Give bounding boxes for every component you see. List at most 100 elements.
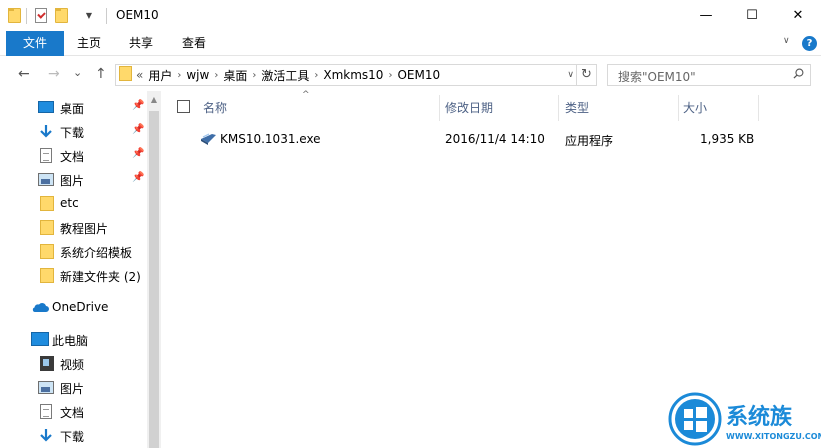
sidebar-item-pc-documents[interactable]: 文档 [0, 400, 147, 422]
computer-icon [31, 332, 49, 349]
folder-icon [40, 196, 54, 214]
column-divider[interactable] [439, 95, 440, 121]
watermark-brand: 系统族 [726, 404, 793, 430]
tab-file[interactable]: 文件 [6, 31, 64, 56]
folder-icon [40, 220, 54, 238]
folder-icon[interactable] [8, 0, 21, 31]
sidebar-item-tutorial-images[interactable]: 教程图片 [0, 216, 147, 238]
maximize-button[interactable]: ☐ [729, 0, 775, 31]
sidebar-item-this-pc[interactable]: 此电脑 [0, 328, 147, 350]
download-icon [38, 124, 54, 143]
help-icon[interactable]: ? [802, 36, 817, 51]
address-dropdown-icon[interactable]: ∨ [567, 66, 574, 84]
folder-icon [40, 268, 54, 286]
cloud-icon [31, 302, 49, 316]
sidebar-item-label: 此电脑 [52, 334, 89, 348]
ribbon-expand-icon[interactable]: ∨ [783, 36, 790, 46]
file-type: 应用程序 [565, 134, 614, 148]
recent-locations-icon[interactable]: ⌄ [73, 65, 82, 81]
pin-icon[interactable]: 📌 [132, 100, 144, 111]
scroll-up-icon[interactable]: ▲ [147, 93, 161, 107]
select-all-checkbox[interactable] [177, 100, 190, 113]
pin-icon[interactable]: 📌 [132, 172, 144, 183]
forward-button[interactable]: → [48, 66, 60, 82]
close-button[interactable]: ✕ [775, 0, 821, 31]
sidebar-item-label: OneDrive [52, 300, 109, 314]
sidebar-item-etc[interactable]: etc [0, 192, 147, 214]
table-row[interactable]: KMS10.1031.exe 2016/11/4 14:10 应用程序 1,93… [161, 128, 781, 150]
back-button[interactable]: ← [18, 66, 30, 82]
breadcrumb-item[interactable]: wjw [181, 68, 214, 82]
sidebar-item-label: 视频 [60, 358, 85, 372]
sidebar-item-new-folder-2[interactable]: 新建文件夹 (2) [0, 264, 147, 286]
folder-icon [40, 244, 54, 262]
quick-access-dropdown-icon[interactable]: ▼ [74, 0, 104, 31]
column-header-size[interactable]: 大小 [683, 99, 707, 119]
search-placeholder: 搜索"OEM10" [618, 70, 696, 84]
breadcrumb-item[interactable]: OEM10 [392, 68, 445, 82]
sidebar-item-pictures[interactable]: 图片 📌 [0, 168, 147, 190]
navigation-pane: 桌面 📌 下载 📌 文档 📌 图片 📌 etc 教程图片 系统介绍模板 新建文件… [0, 91, 161, 448]
sidebar-item-label: 下载 [60, 430, 85, 444]
folder-icon [119, 66, 132, 84]
download-icon [38, 428, 54, 447]
search-icon[interactable] [793, 68, 804, 79]
search-input[interactable]: 搜索"OEM10" [607, 64, 811, 86]
sidebar-item-label: 图片 [60, 174, 85, 188]
sidebar-item-label: 系统介绍模板 [60, 246, 133, 260]
watermark-url: WWW.XITONGZU.COM [726, 432, 821, 441]
column-header-type[interactable]: 类型 [565, 99, 589, 119]
sidebar-item-onedrive[interactable]: OneDrive [0, 296, 147, 318]
pin-icon[interactable]: 📌 [132, 148, 144, 159]
properties-icon[interactable] [35, 0, 47, 31]
navigation-scrollbar[interactable]: ▲ [147, 91, 161, 448]
sidebar-item-label: 教程图片 [60, 222, 109, 236]
file-size: 1,935 KB [700, 132, 755, 146]
pin-icon[interactable]: 📌 [132, 124, 144, 135]
tab-share[interactable]: 共享 [120, 31, 162, 56]
sidebar-item-label: etc [60, 196, 79, 210]
column-header-name[interactable]: 名称 [203, 99, 227, 119]
pictures-icon [38, 381, 54, 397]
column-divider[interactable] [678, 95, 679, 121]
column-header-modified[interactable]: 修改日期 [445, 99, 493, 119]
scrollbar-thumb[interactable] [149, 111, 159, 448]
sidebar-item-label: 文档 [60, 406, 85, 420]
sidebar-item-label: 图片 [60, 382, 85, 396]
desktop-icon [38, 101, 54, 116]
sidebar-item-label: 桌面 [60, 102, 85, 116]
sort-ascending-icon: ^ [302, 90, 310, 100]
breadcrumb-item[interactable]: 激活工具 [256, 67, 314, 84]
sidebar-item-system-templates[interactable]: 系统介绍模板 [0, 240, 147, 262]
address-overflow-icon[interactable]: « [136, 68, 143, 82]
document-icon [40, 404, 52, 422]
tab-home[interactable]: 主页 [68, 31, 110, 56]
sidebar-item-pc-pictures[interactable]: 图片 [0, 376, 147, 398]
pictures-icon [38, 173, 54, 189]
watermark-logo: 系统族 WWW.XITONGZU.COM [668, 390, 821, 448]
refresh-button[interactable]: ↻ [576, 65, 596, 85]
sidebar-item-label: 新建文件夹 (2) [60, 270, 141, 284]
window-title: OEM10 [116, 8, 159, 22]
breadcrumb-item[interactable]: 桌面 [218, 67, 252, 84]
sidebar-item-documents[interactable]: 文档 📌 [0, 144, 147, 166]
breadcrumb-item[interactable]: 用户 [143, 67, 177, 84]
column-divider[interactable] [758, 95, 759, 121]
ribbon-tabs: 文件 主页 共享 查看 ∨ [0, 31, 821, 56]
up-button[interactable]: ↑ [95, 66, 107, 82]
title-bar: ▼ OEM10 — ☐ ✕ [0, 0, 821, 31]
sidebar-item-desktop[interactable]: 桌面 📌 [0, 96, 147, 118]
sidebar-item-label: 下载 [60, 126, 85, 140]
document-icon [40, 148, 52, 166]
new-folder-icon[interactable] [55, 0, 68, 31]
tab-view[interactable]: 查看 [173, 31, 215, 56]
sidebar-item-videos[interactable]: 视频 [0, 352, 147, 374]
file-name[interactable]: KMS10.1031.exe [220, 132, 321, 146]
sidebar-item-pc-downloads[interactable]: 下载 [0, 424, 147, 446]
minimize-button[interactable]: — [683, 0, 729, 31]
column-divider[interactable] [558, 95, 559, 121]
sidebar-item-label: 文档 [60, 150, 85, 164]
sidebar-item-downloads[interactable]: 下载 📌 [0, 120, 147, 142]
address-bar[interactable]: « 用户 › wjw › 桌面 › 激活工具 › Xmkms10 › OEM10… [115, 64, 597, 86]
breadcrumb-item[interactable]: Xmkms10 [318, 68, 388, 82]
